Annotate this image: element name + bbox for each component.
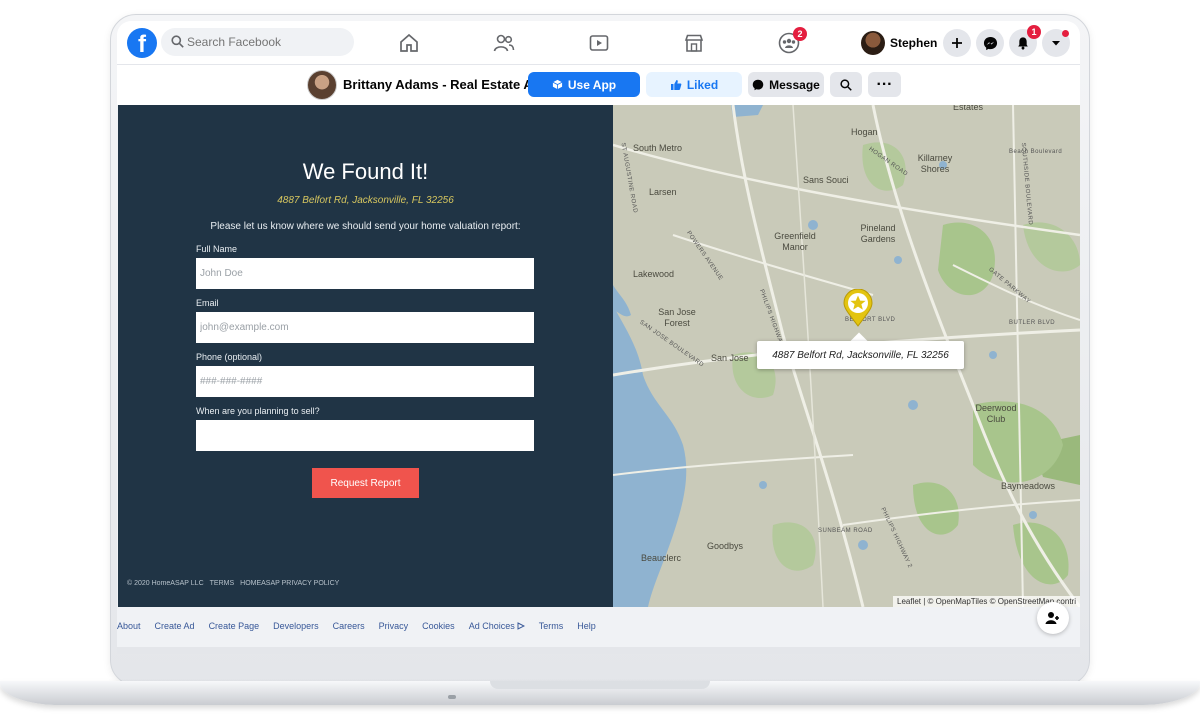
copyright-text: © 2020 HomeASAP LLC xyxy=(127,580,204,587)
road-label-sunbeam-road: SUNBEAM ROAD xyxy=(818,528,873,534)
map-label-baymeadows: Baymeadows xyxy=(1001,481,1056,491)
map-label-larsen: Larsen xyxy=(649,187,677,197)
home-icon[interactable] xyxy=(397,31,421,55)
road-label-butler-blvd: BUTLER BLVD xyxy=(1009,320,1056,326)
laptop-notch xyxy=(490,681,710,689)
sell-timeframe-label: When are you planning to sell? xyxy=(196,406,320,416)
map-label-deerwood-club: Deerwood Club xyxy=(975,403,1017,424)
form-address: 4887 Belfort Rd, Jacksonville, FL 32256 xyxy=(277,195,454,206)
form-footer: © 2020 HomeASAP LLC TERMS HOMEASAP PRIVA… xyxy=(127,580,339,587)
messenger-icon xyxy=(983,36,997,50)
cube-icon xyxy=(552,79,563,90)
search-icon xyxy=(840,78,852,91)
more-options-button[interactable]: ··· xyxy=(868,72,901,97)
privacy-policy-link[interactable]: HOMEASAP PRIVACY POLICY xyxy=(240,580,339,587)
email-field[interactable] xyxy=(196,312,534,343)
notifications-badge: 1 xyxy=(1027,25,1041,39)
create-button[interactable] xyxy=(943,29,971,57)
map-label-goodbys: Goodbys xyxy=(707,541,744,551)
footer-link-create-ad[interactable]: Create Ad xyxy=(155,621,195,631)
account-menu-button[interactable] xyxy=(1042,29,1070,57)
friends-icon[interactable] xyxy=(492,31,516,55)
plus-icon xyxy=(952,38,962,48)
terms-link[interactable]: TERMS xyxy=(210,580,235,587)
liked-button[interactable]: Liked xyxy=(646,72,742,97)
map-label-greenfield-manor: Greenfield Manor xyxy=(774,231,816,252)
map-label-sans-souci: Sans Souci xyxy=(803,175,849,185)
footer-links: About Create Ad Create Page Developers C… xyxy=(117,621,596,631)
map-label-killarney-shores: Killarney Shores xyxy=(917,153,953,174)
footer-link-help[interactable]: Help xyxy=(577,621,596,631)
groups-badge: 2 xyxy=(793,27,807,41)
message-label: Message xyxy=(769,77,820,92)
alert-dot xyxy=(1062,30,1069,37)
page-avatar[interactable] xyxy=(307,70,337,100)
map-label-lakewood: Lakewood xyxy=(633,269,675,279)
profile-name: Stephen xyxy=(890,36,938,50)
browser-screen: f 2 Stephen 1 xyxy=(117,21,1080,654)
phone-field[interactable] xyxy=(196,366,534,397)
map-label-south-metro: South Metro xyxy=(633,143,683,153)
map-popup: 4887 Belfort Rd, Jacksonville, FL 32256 xyxy=(757,341,964,369)
thumbs-up-icon xyxy=(670,79,682,90)
sell-timeframe-field[interactable] xyxy=(196,420,534,451)
map-label-san-jose-forest: San Jose Forest xyxy=(658,307,696,328)
facebook-top-nav: f 2 Stephen 1 xyxy=(117,21,1080,65)
search-page-button[interactable] xyxy=(830,72,862,97)
map-label-san-jose: San Jose xyxy=(711,353,749,363)
search-input[interactable] xyxy=(187,28,347,56)
ad-choices-icon xyxy=(517,622,525,630)
map-label-pineland-gardens: Pineland Gardens xyxy=(860,223,896,244)
caret-down-icon xyxy=(1052,41,1060,46)
footer-link-create-page[interactable]: Create Page xyxy=(209,621,260,631)
footer-link-ad-choices[interactable]: Ad Choices xyxy=(469,621,525,631)
use-app-label: Use App xyxy=(567,77,617,92)
messenger-icon xyxy=(752,79,764,90)
footer-link-about[interactable]: About xyxy=(117,621,141,631)
search-box[interactable] xyxy=(161,28,354,56)
form-title: We Found It! xyxy=(302,159,429,184)
map-label-estates: Estates xyxy=(953,105,984,112)
phone-label: Phone (optional) xyxy=(196,352,263,362)
profile-chip[interactable]: Stephen xyxy=(861,30,937,56)
map-panel[interactable]: South Metro Hogan Killarney Shores Larse… xyxy=(613,105,1080,607)
notifications-button[interactable]: 1 xyxy=(1009,25,1041,57)
ad-choices-label: Ad Choices xyxy=(468,621,515,631)
valuation-form-panel: We Found It! 4887 Belfort Rd, Jacksonvil… xyxy=(118,105,613,607)
map-label-hogan: Hogan xyxy=(851,127,878,137)
contacts-icon xyxy=(1045,612,1059,624)
page-name[interactable]: Brittany Adams - Real Estate A... xyxy=(343,77,544,92)
full-name-field[interactable] xyxy=(196,258,534,289)
avatar xyxy=(861,31,885,55)
full-name-label: Full Name xyxy=(196,244,238,254)
footer-link-terms[interactable]: Terms xyxy=(539,621,564,631)
map-label-beach-boulevard: Beach Boulevard xyxy=(1009,149,1063,155)
bell-icon xyxy=(1018,37,1028,50)
footer-link-cookies[interactable]: Cookies xyxy=(422,621,455,631)
form-prompt: Please let us know where we should send … xyxy=(210,221,521,232)
bottom-strip xyxy=(117,647,1080,654)
facebook-logo-icon[interactable]: f xyxy=(127,28,157,58)
email-label: Email xyxy=(196,298,219,308)
groups-nav-item[interactable]: 2 xyxy=(777,27,807,55)
request-report-button[interactable]: Request Report xyxy=(312,468,419,498)
use-app-button[interactable]: Use App xyxy=(528,72,640,97)
watch-video-icon[interactable] xyxy=(587,31,611,55)
messenger-button[interactable] xyxy=(976,29,1004,57)
location-marker-icon[interactable] xyxy=(842,289,874,327)
message-button[interactable]: Message xyxy=(748,72,824,97)
footer-link-privacy[interactable]: Privacy xyxy=(379,621,409,631)
map-label-beauclerc: Beauclerc xyxy=(641,553,682,563)
laptop-indicator xyxy=(448,695,456,699)
liked-label: Liked xyxy=(686,77,719,92)
footer-link-careers[interactable]: Careers xyxy=(333,621,365,631)
search-icon xyxy=(171,35,184,48)
marketplace-icon[interactable] xyxy=(682,31,706,55)
footer-link-developers[interactable]: Developers xyxy=(273,621,319,631)
new-message-button[interactable] xyxy=(1037,602,1069,634)
page-header: Brittany Adams - Real Estate A... Use Ap… xyxy=(117,65,1080,105)
